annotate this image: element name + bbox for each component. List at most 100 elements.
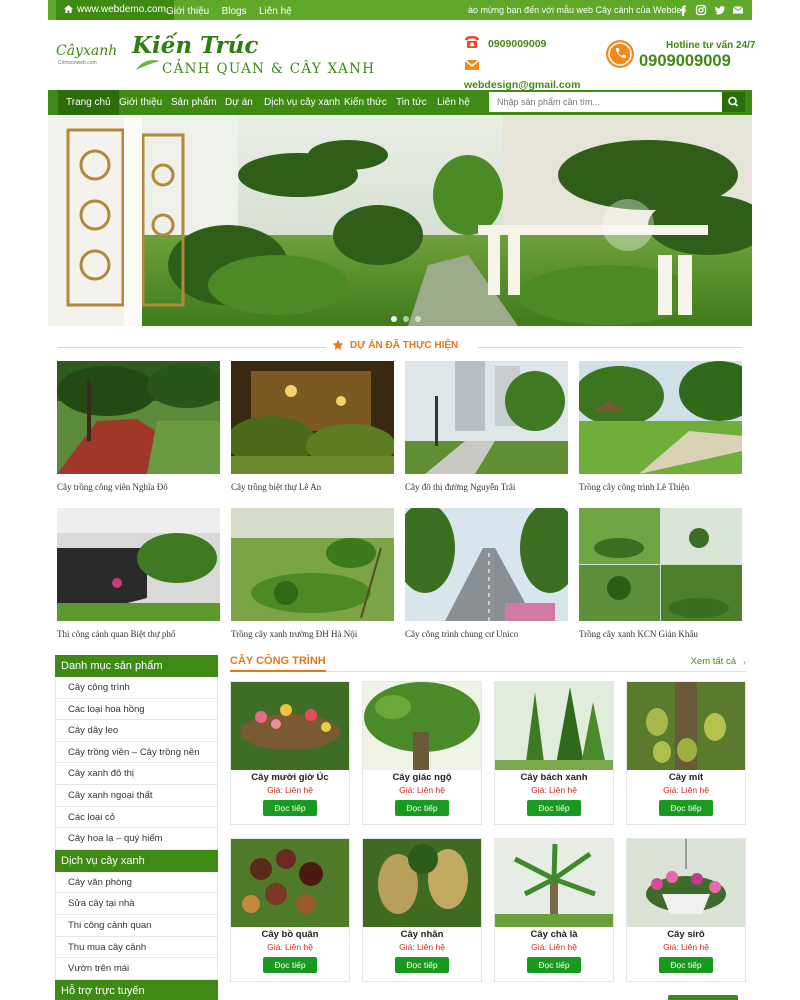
read-more-button[interactable]: Đọc tiếp <box>395 957 449 973</box>
product-card[interactable]: Cây giác ngộ Giá: Liên hệ Đọc tiếp <box>362 681 482 825</box>
sidebar-item-ngoai-that[interactable]: Cây xanh ngoại thất <box>55 784 218 807</box>
project-card[interactable]: Cây trồng công viên Nghĩa Đô <box>57 361 220 492</box>
contact-email-row[interactable]: webdesign@gmail.com <box>464 57 594 91</box>
project-caption[interactable]: Thi công cảnh quan Biệt thự phố <box>57 629 220 639</box>
product-name[interactable]: Cây chà là <box>495 929 613 940</box>
product-price: Giá: Liên hệ <box>267 942 313 952</box>
product-name[interactable]: Cây giác ngộ <box>363 772 481 783</box>
nav-du-an[interactable]: Dự án <box>217 90 261 115</box>
sidebar-item-hoa-la[interactable]: Cây hoa lạ – quý hiếm <box>55 828 218 850</box>
sidebar-item-day-leo[interactable]: Cây dây leo <box>55 720 218 742</box>
search-button[interactable] <box>722 92 745 112</box>
project-caption[interactable]: Trồng cây công trình Lê Thiện <box>579 482 742 492</box>
product-name[interactable]: Cây bách xanh <box>495 772 613 783</box>
sidebar-item-cay-cong-trinh[interactable]: Cây công trình <box>55 677 218 699</box>
nav-kien-thuc[interactable]: Kiến thức <box>336 90 395 115</box>
sidebar-item-hoa-hong[interactable]: Các loại hoa hồng <box>55 698 218 721</box>
read-more-button[interactable]: Đọc tiếp <box>659 957 713 973</box>
project-caption[interactable]: Trồng cây xanh trường ĐH Hà Nội <box>231 629 394 639</box>
product-image <box>495 839 613 927</box>
read-more-button[interactable]: Đọc tiếp <box>395 800 449 816</box>
project-card[interactable]: Cây trồng biệt thự Lê An <box>231 361 394 492</box>
sidebar-item-thi-cong[interactable]: Thi công cảnh quan <box>55 914 218 937</box>
product-name[interactable]: Cây mít <box>627 772 745 783</box>
product-card[interactable]: Cây bách xanh Giá: Liên hệ Đọc tiếp <box>494 681 614 825</box>
project-card[interactable]: Trồng cây công trình Lê Thiện <box>579 361 742 492</box>
project-image <box>57 508 220 621</box>
slider-dot[interactable] <box>415 316 421 322</box>
top-bar: www.webdemo.com Giới thiệu Blogs Liên hệ… <box>0 0 800 20</box>
top-link-lien-he[interactable]: Liên hệ <box>259 6 292 17</box>
contact-phone-row[interactable]: 0909009009 <box>464 34 594 52</box>
small-logo[interactable]: Câyxanh <box>56 43 117 59</box>
product-name[interactable]: Cây sirô <box>627 929 745 940</box>
product-card[interactable]: Cây mười giờ Úc Giá: Liên hệ Đọc tiếp <box>230 681 350 825</box>
heading-rule <box>58 347 326 348</box>
product-card[interactable]: Cây nhãn Giá: Liên hệ Đọc tiếp <box>362 838 482 982</box>
hero-image <box>48 115 752 326</box>
read-more-button[interactable]: Đọc tiếp <box>263 957 317 973</box>
categories-title: Danh mục sản phẩm <box>55 655 218 677</box>
products-heading: CÂY CÔNG TRÌNH Xem tất cả › <box>230 654 746 672</box>
nav-san-pham[interactable]: Sản phẩm <box>163 90 225 115</box>
project-card[interactable]: Trồng cây xanh trường ĐH Hà Nội <box>231 508 394 639</box>
view-all-link[interactable]: Xem tất cả <box>691 656 736 667</box>
nav-gioi-thieu[interactable]: Giới thiệu <box>111 90 170 115</box>
top-link-gioi-thieu[interactable]: Giới thiệu <box>166 6 209 17</box>
read-more-button[interactable]: Đọc tiếp <box>659 800 713 816</box>
hotline-label: Hotline tư vấn 24/7 <box>666 40 756 51</box>
project-caption[interactable]: Cây đô thị đường Nguyễn Trãi <box>405 482 568 492</box>
sidebar-item-sua-cay[interactable]: Sửa cây tại nhà <box>55 893 218 915</box>
sidebar-item-trong-vien[interactable]: Cây trồng viền – Cây trồng nền <box>55 741 218 764</box>
brand-title[interactable]: Kiến Trúc <box>132 32 258 59</box>
product-name[interactable]: Cây bồ quân <box>231 929 349 940</box>
mail-icon[interactable] <box>732 4 744 16</box>
read-more-button[interactable]: Đọc tiếp <box>527 800 581 816</box>
hero-slider[interactable] <box>48 115 752 326</box>
chevron-right-icon[interactable]: › <box>743 657 746 667</box>
project-card[interactable]: Thi công cảnh quan Biệt thự phố <box>57 508 220 639</box>
top-link-blogs[interactable]: Blogs <box>222 6 247 17</box>
services-title: Dịch vụ cây xanh <box>55 849 218 872</box>
site-url[interactable]: www.webdemo.com <box>56 0 174 20</box>
nav-dich-vu[interactable]: Dịch vụ cây xanh <box>256 90 348 115</box>
sidebar-item-van-phong[interactable]: Cây văn phòng <box>55 871 218 894</box>
nav-tin-tuc[interactable]: Tin tức <box>388 90 435 115</box>
sidebar-item-do-thi[interactable]: Cây xanh đô thị <box>55 763 218 785</box>
read-more-button[interactable]: Đọc tiếp <box>263 800 317 816</box>
product-card[interactable]: Cây sirô Giá: Liên hệ Đọc tiếp <box>626 838 746 982</box>
product-card[interactable]: Cây chà là Giá: Liên hệ Đọc tiếp <box>494 838 614 982</box>
product-image <box>231 839 349 927</box>
project-card[interactable]: Cây công trình chung cư Unico <box>405 508 568 639</box>
product-name[interactable]: Cây nhãn <box>363 929 481 940</box>
project-image <box>579 361 742 474</box>
phone-icon <box>465 36 479 48</box>
project-caption[interactable]: Cây trồng biệt thự Lê An <box>231 482 394 492</box>
product-name[interactable]: Cây mười giờ Úc <box>231 772 349 783</box>
twitter-icon[interactable] <box>714 4 726 16</box>
sidebar-item-thu-mua[interactable]: Thu mua cây cảnh <box>55 936 218 959</box>
project-caption[interactable]: Cây trồng công viên Nghĩa Đô <box>57 482 220 492</box>
slider-dot[interactable] <box>403 316 409 322</box>
read-more-button[interactable]: Đọc tiếp <box>527 957 581 973</box>
product-card[interactable]: Cây mít Giá: Liên hệ Đọc tiếp <box>626 681 746 825</box>
project-card[interactable]: Trồng cây xanh KCN Gián Khẩu <box>579 508 742 639</box>
project-image <box>405 508 568 621</box>
site-header: Câyxanh Crimsonweb.com Kiến Trúc CẢNH QU… <box>48 20 756 91</box>
leaf-swash-icon <box>136 60 160 70</box>
instagram-icon[interactable] <box>695 4 707 16</box>
top-bar-inner: www.webdemo.com Giới thiệu Blogs Liên hệ… <box>48 0 752 20</box>
sidebar-item-vuon-mai[interactable]: Vườn trên mái <box>55 958 218 980</box>
nav-trang-chu[interactable]: Trang chủ <box>58 90 119 115</box>
slider-dot[interactable] <box>391 316 397 322</box>
search-input[interactable] <box>489 92 722 112</box>
product-card[interactable]: Cây bồ quân Giá: Liên hệ Đọc tiếp <box>230 838 350 982</box>
support-button[interactable] <box>668 995 738 1000</box>
nav-lien-he[interactable]: Liên hệ <box>429 90 478 115</box>
project-card[interactable]: Cây đô thị đường Nguyễn Trãi <box>405 361 568 492</box>
facebook-icon[interactable] <box>677 4 689 16</box>
project-caption[interactable]: Trồng cây xanh KCN Gián Khẩu <box>579 629 742 639</box>
social-links <box>674 4 744 16</box>
project-caption[interactable]: Cây công trình chung cư Unico <box>405 629 568 639</box>
sidebar-item-co[interactable]: Các loại cỏ <box>55 806 218 829</box>
